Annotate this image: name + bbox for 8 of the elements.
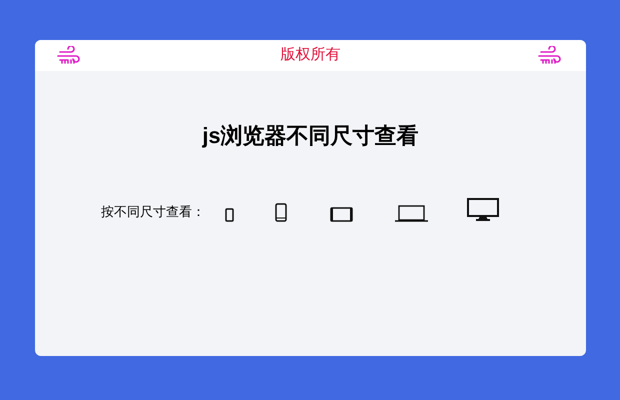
phone-icon[interactable] (275, 203, 287, 222)
small-phone-icon[interactable] (225, 208, 234, 222)
monitor-icon[interactable] (467, 198, 499, 222)
tablet-icon[interactable] (330, 207, 353, 222)
copyright-text: 版权所有 (280, 45, 340, 66)
laptop-icon[interactable] (395, 205, 428, 222)
page-title: js浏览器不同尺寸查看 (201, 122, 420, 150)
size-label: 按不同尺寸查看： (101, 202, 205, 220)
